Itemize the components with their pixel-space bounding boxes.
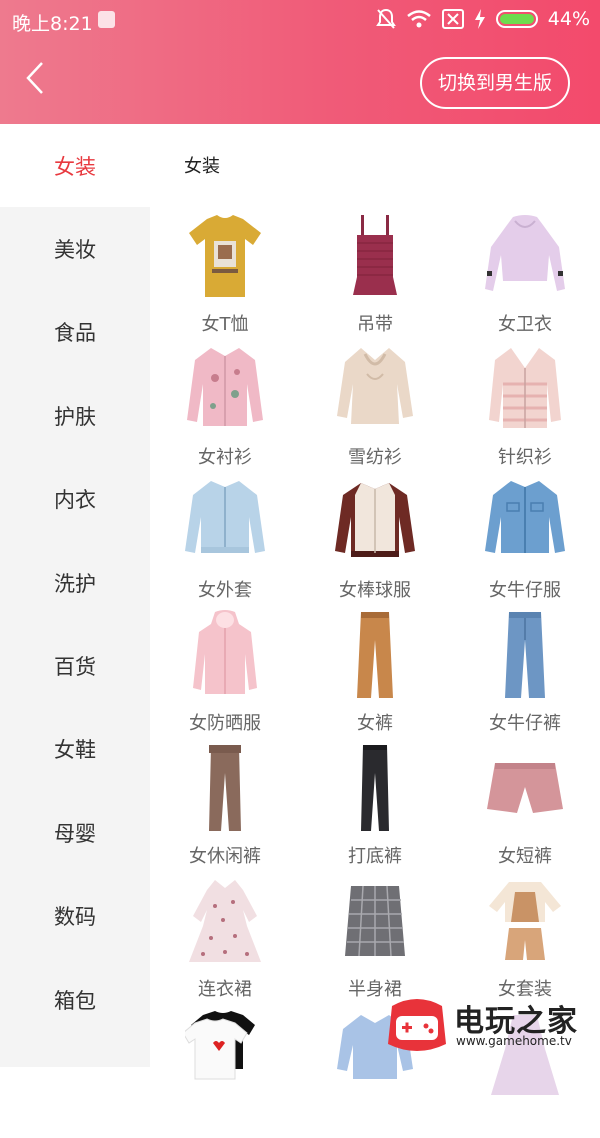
category-tile[interactable]: 女棒球服 [300, 473, 450, 606]
message-notification-icon [98, 11, 115, 28]
category-tile[interactable]: 女T恤 [150, 207, 300, 340]
hoodie-icon [485, 215, 565, 291]
chiffon-icon [337, 348, 413, 424]
shirt-icon [187, 348, 263, 426]
camisole-icon [353, 215, 397, 295]
dress-icon [189, 880, 261, 962]
coat-icon [185, 481, 265, 553]
category-label: 女防晒服 [189, 713, 261, 734]
category-label: 女外套 [198, 580, 252, 601]
sim-x-icon [441, 9, 464, 29]
sidebar-item-mother-baby[interactable]: 母婴 [0, 791, 150, 874]
category-tile[interactable]: 吊带 [300, 207, 450, 340]
category-label: 针织衫 [498, 447, 552, 468]
category-tile[interactable]: 女套装 [450, 872, 600, 1005]
status-bar: 晚上8:21 44% [0, 0, 600, 40]
header: 晚上8:21 44% 切换到男生版 [0, 0, 600, 124]
category-tile[interactable]: 半身裙 [300, 872, 450, 1005]
set-icon [489, 882, 561, 960]
sidebar-item-digital[interactable]: 数码 [0, 875, 150, 958]
denim-jacket-icon [485, 481, 565, 553]
sidebar-item-skincare[interactable]: 护肤 [0, 374, 150, 457]
battery-icon [495, 10, 538, 28]
category-tile[interactable]: 女牛仔裤 [450, 606, 600, 739]
sidebar-item-women-shoes[interactable]: 女鞋 [0, 708, 150, 791]
back-button[interactable] [20, 58, 50, 98]
category-label: 吊带 [357, 314, 393, 335]
category-tile[interactable]: 针织衫 [450, 340, 600, 473]
category-tile[interactable]: 女外套 [150, 473, 300, 606]
category-tile[interactable]: 女牛仔服 [450, 473, 600, 606]
sidebar-item-washcare[interactable]: 洗护 [0, 541, 150, 624]
watermark-url: www.gamehome.tv [456, 1034, 572, 1048]
battery-percent: 44% [547, 8, 590, 30]
category-sidebar: 女装 美妆 食品 护肤 内衣 洗护 百货 女鞋 母婴 数码 箱包 [0, 124, 150, 1067]
section-title: 女装 [184, 156, 220, 177]
skirt-icon [345, 885, 405, 957]
cardigan-icon [489, 348, 561, 428]
status-time: 晚上8:21 [12, 13, 93, 35]
category-label: 女裤 [357, 713, 393, 734]
category-tile[interactable]: 雪纺衫 [300, 340, 450, 473]
casual-pants-icon [209, 745, 241, 831]
watermark: 电玩之家 www.gamehome.tv [386, 994, 596, 1058]
category-tile[interactable]: 女裤 [300, 606, 450, 739]
sidebar-item-women-clothing[interactable]: 女装 [0, 124, 150, 208]
category-label: 打底裤 [348, 846, 402, 867]
sidebar-item-food[interactable]: 食品 [0, 291, 150, 374]
category-tile[interactable]: 女短裤 [450, 739, 600, 872]
jeans-icon [505, 612, 545, 698]
category-label: 女休闲裤 [189, 846, 261, 867]
category-label: 雪纺衫 [348, 447, 402, 468]
category-tile[interactable]: 女休闲裤 [150, 739, 300, 872]
category-tile[interactable]: 女卫衣 [450, 207, 600, 340]
tshirts-icon [185, 1011, 255, 1080]
category-label: 女棒球服 [339, 580, 411, 601]
shorts-icon [487, 763, 563, 813]
category-label: 连衣裙 [198, 979, 252, 1000]
tshirt-icon [189, 215, 261, 297]
sidebar-item-general-goods[interactable]: 百货 [0, 624, 150, 707]
switch-to-male-button[interactable]: 切换到男生版 [419, 57, 570, 109]
sidebar-item-underwear[interactable]: 内衣 [0, 458, 150, 541]
category-content: 女装 女T恤 吊带 女卫衣 女衬衫 雪纺衫 针织衫 女外套 女棒球服 女牛仔服 … [150, 124, 600, 1095]
charging-icon [474, 9, 485, 29]
category-tile[interactable]: 女防晒服 [150, 606, 300, 739]
category-tile[interactable] [150, 1005, 300, 1138]
category-label: 女卫衣 [498, 314, 552, 335]
mute-icon [375, 8, 396, 29]
category-tile[interactable]: 连衣裙 [150, 872, 300, 1005]
category-tile[interactable]: 女衬衫 [150, 340, 300, 473]
category-label: 女T恤 [201, 314, 249, 335]
baseball-jacket-icon [335, 483, 415, 557]
category-label: 女牛仔裤 [489, 713, 561, 734]
sidebar-item-bags[interactable]: 箱包 [0, 958, 150, 1041]
trousers-icon [357, 612, 393, 698]
category-label: 女短裤 [498, 846, 552, 867]
gamehome-logo-icon [388, 999, 446, 1051]
category-tile[interactable]: 打底裤 [300, 739, 450, 872]
sun-jacket-icon [193, 610, 257, 694]
category-label: 女牛仔服 [489, 580, 561, 601]
chevron-left-icon [26, 62, 43, 94]
wifi-icon [406, 10, 431, 28]
sidebar-item-makeup[interactable]: 美妆 [0, 207, 150, 290]
leggings-icon [361, 745, 389, 831]
category-label: 女衬衫 [198, 447, 252, 468]
